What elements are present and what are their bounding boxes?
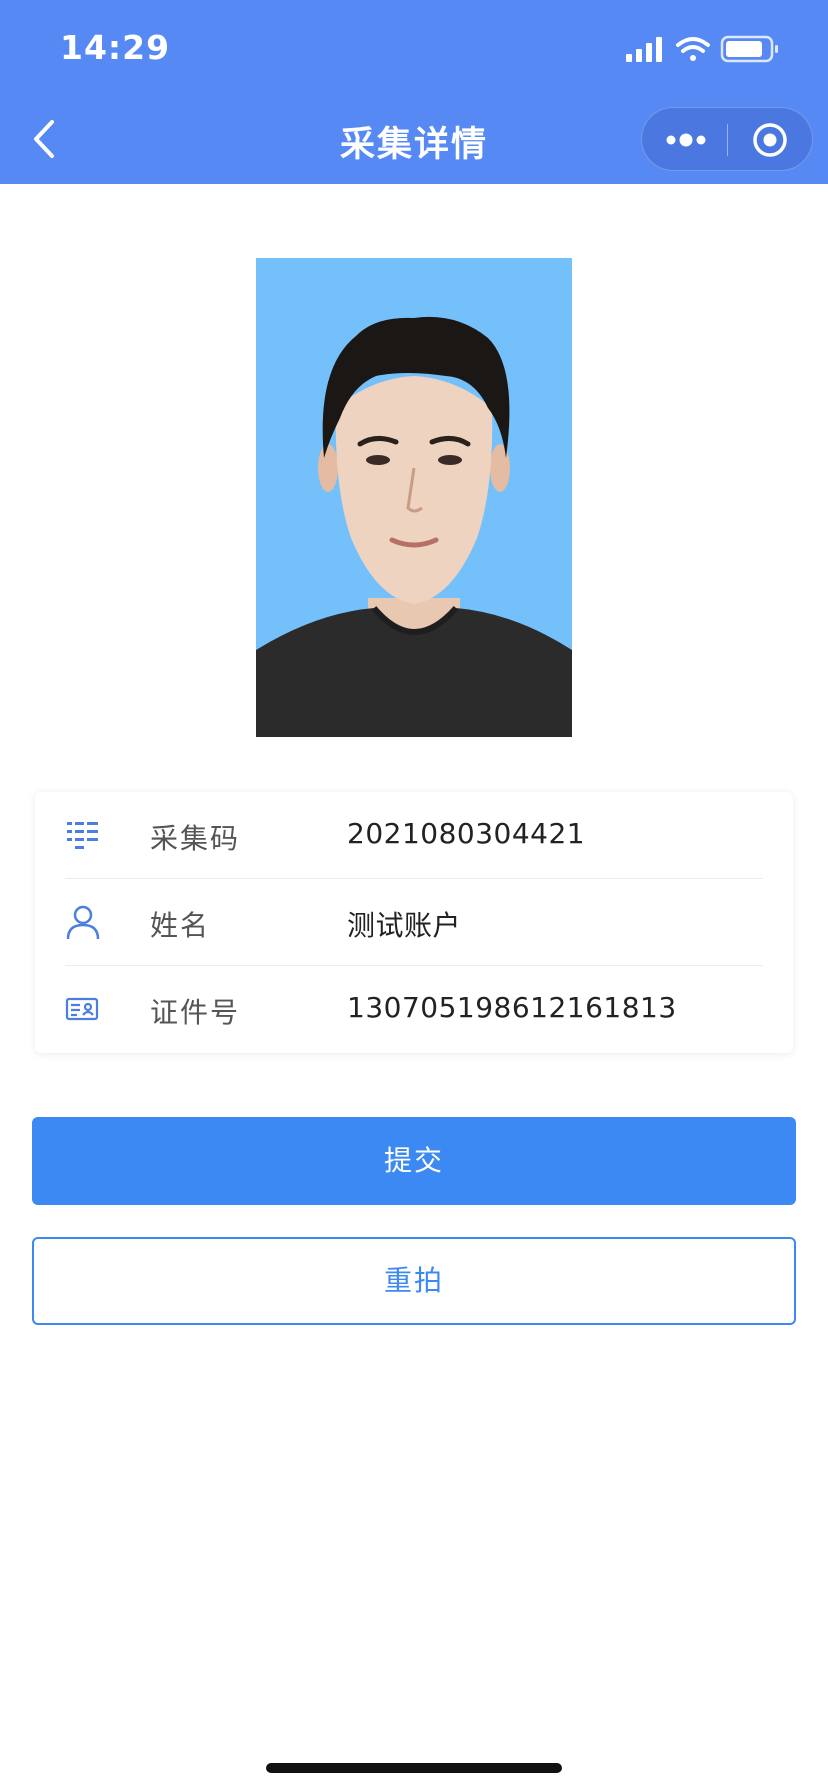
nav-bar: 采集详情 bbox=[0, 92, 828, 184]
home-indicator bbox=[266, 1763, 562, 1773]
info-card: 采集码 2021080304421 姓名 测试账户 证件号 1307051986… bbox=[35, 792, 793, 1053]
id-card-icon bbox=[65, 991, 101, 1027]
capsule-divider bbox=[727, 124, 728, 156]
close-target-icon bbox=[753, 123, 787, 157]
info-value: 测试账户 bbox=[347, 909, 462, 942]
submit-button[interactable]: 提交 bbox=[32, 1117, 796, 1205]
info-row-collection-code: 采集码 2021080304421 bbox=[65, 792, 763, 879]
info-value: 2021080304421 bbox=[347, 817, 586, 850]
retake-button[interactable]: 重拍 bbox=[32, 1237, 796, 1325]
mini-program-capsule bbox=[641, 107, 813, 171]
battery-icon bbox=[720, 35, 778, 63]
status-icons bbox=[626, 34, 796, 64]
info-row-name: 姓名 测试账户 bbox=[65, 879, 763, 966]
portrait-photo bbox=[256, 258, 572, 737]
close-button[interactable] bbox=[752, 122, 788, 158]
info-label: 证件号 bbox=[150, 996, 241, 1029]
wifi-icon bbox=[676, 37, 710, 61]
info-label: 姓名 bbox=[150, 909, 211, 942]
status-time: 14:29 bbox=[60, 28, 171, 67]
info-label: 采集码 bbox=[150, 822, 241, 855]
info-value: 130705198612161813 bbox=[347, 991, 677, 1024]
cellular-signal-icon bbox=[626, 37, 662, 62]
info-row-id-number: 证件号 130705198612161813 bbox=[65, 966, 763, 1053]
user-icon bbox=[65, 904, 101, 940]
list-icon bbox=[65, 817, 101, 853]
status-bar: 14:29 bbox=[0, 0, 828, 92]
more-dots-icon bbox=[666, 133, 706, 147]
more-button[interactable] bbox=[664, 126, 708, 154]
